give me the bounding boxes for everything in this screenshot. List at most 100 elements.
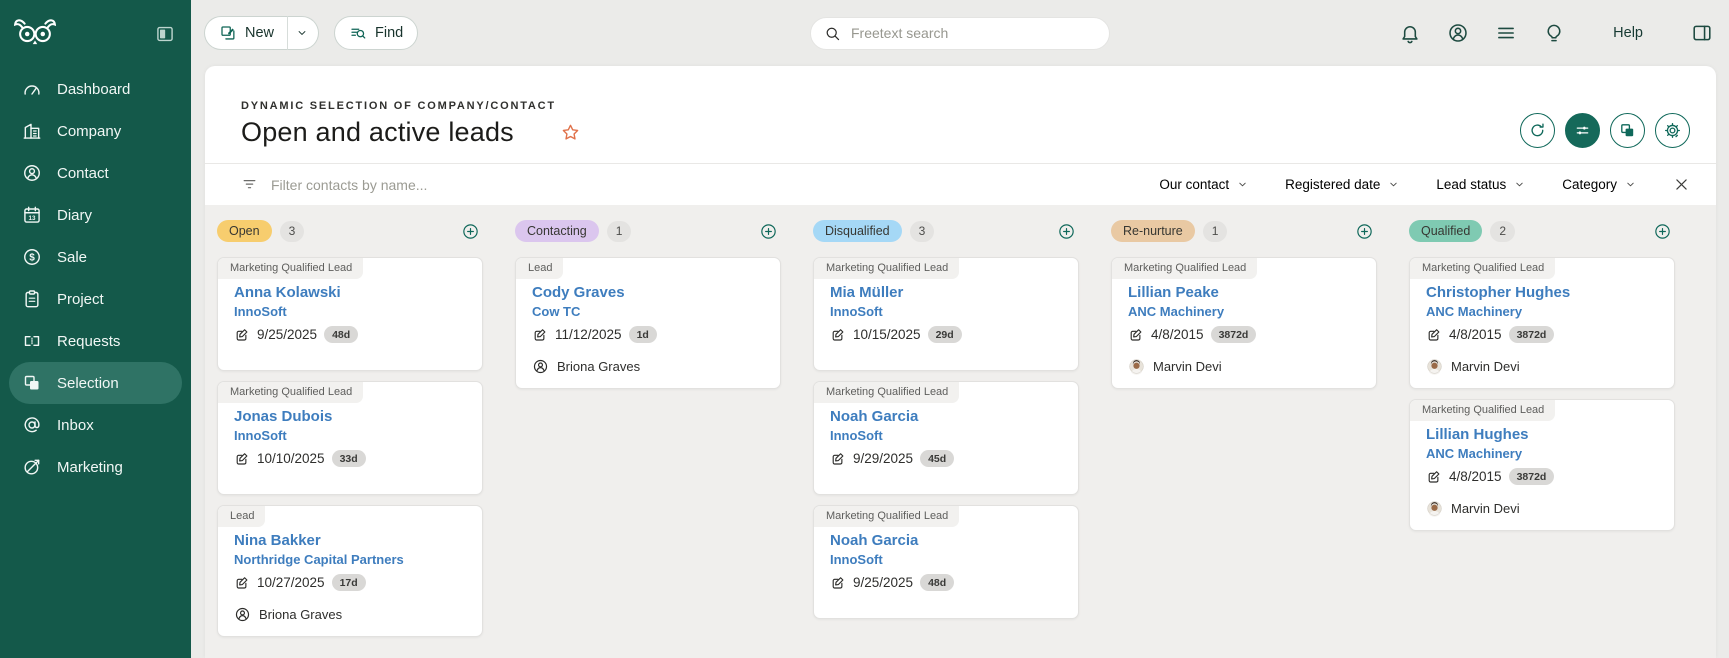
column-count: 2 xyxy=(1490,220,1516,242)
sidebar-item-sale[interactable]: $ Sale xyxy=(9,236,182,278)
company-link[interactable]: InnoSoft xyxy=(830,552,1064,567)
contact-name-link[interactable]: Anna Kolawski xyxy=(234,282,468,303)
new-dropdown-button[interactable] xyxy=(287,16,320,50)
contact-name-link[interactable]: Lillian Peake xyxy=(1128,282,1362,303)
filter-contacts-input[interactable] xyxy=(269,175,689,194)
selection-mode-button[interactable] xyxy=(1610,113,1645,148)
owner-avatar xyxy=(1426,500,1443,517)
owner-row: Briona Graves xyxy=(234,606,468,623)
refresh-button[interactable] xyxy=(1520,113,1555,148)
sidebar-item-company[interactable]: Company xyxy=(9,110,182,152)
company-link[interactable]: Northridge Capital Partners xyxy=(234,552,468,567)
edit-date-icon xyxy=(830,327,846,343)
sidebar-nav: Dashboard Company Contact 13 Diary $ Sale Proje… xyxy=(0,68,191,488)
column-cards: Marketing Qualified Lead Mia Müller Inno… xyxy=(813,257,1079,619)
project-icon xyxy=(22,289,42,309)
lead-card[interactable]: Marketing Qualified Lead Lillian Hughes … xyxy=(1409,399,1675,531)
display-settings-button[interactable] xyxy=(1565,113,1600,148)
sidebar-item-inbox[interactable]: Inbox xyxy=(9,404,182,446)
sidebar-item-contact[interactable]: Contact xyxy=(9,152,182,194)
menu-icon xyxy=(1495,22,1517,44)
notifications-button[interactable] xyxy=(1399,22,1421,44)
registered-date-row: 4/8/2015 3872d xyxy=(1128,326,1362,343)
lead-card[interactable]: Lead Cody Graves Cow TC 11/12/2025 1d Br… xyxy=(515,257,781,389)
sidebar-item-diary[interactable]: 13 Diary xyxy=(9,194,182,236)
kanban-column-contacting: Contacting 1 Lead Cody Graves Cow TC 11/… xyxy=(515,220,781,658)
help-link[interactable]: Help xyxy=(1607,24,1649,42)
add-card-button[interactable] xyxy=(759,222,778,241)
contact-name-link[interactable]: Noah Garcia xyxy=(830,530,1064,551)
contact-name-link[interactable]: Lillian Hughes xyxy=(1426,424,1660,445)
clear-filter-button[interactable] xyxy=(1673,176,1690,193)
tips-button[interactable] xyxy=(1543,22,1565,44)
filter-dropdown-our-contact[interactable]: Our contact xyxy=(1159,177,1249,192)
company-link[interactable]: ANC Machinery xyxy=(1426,446,1660,461)
company-link[interactable]: InnoSoft xyxy=(830,304,1064,319)
lead-card[interactable]: Marketing Qualified Lead Noah Garcia Inn… xyxy=(813,505,1079,619)
column-status-pill: Disqualified xyxy=(813,220,902,242)
contact-name-link[interactable]: Christopher Hughes xyxy=(1426,282,1660,303)
company-link[interactable]: ANC Machinery xyxy=(1128,304,1362,319)
contact-name-link[interactable]: Mia Müller xyxy=(830,282,1064,303)
lead-card[interactable]: Marketing Qualified Lead Mia Müller Inno… xyxy=(813,257,1079,371)
edit-date-icon xyxy=(1426,327,1442,343)
account-button[interactable] xyxy=(1447,22,1469,44)
selection-icon xyxy=(22,373,42,393)
menu-button[interactable] xyxy=(1495,22,1517,44)
lead-card[interactable]: Marketing Qualified Lead Anna Kolawski I… xyxy=(217,257,483,371)
edit-date-icon xyxy=(1128,327,1144,343)
contact-name-link[interactable]: Jonas Dubois xyxy=(234,406,468,427)
collapse-sidebar-button[interactable] xyxy=(153,22,177,46)
side-panel-toggle-button[interactable] xyxy=(1691,22,1713,44)
marketing-icon xyxy=(22,457,42,477)
sidebar-item-marketing[interactable]: Marketing xyxy=(9,446,182,488)
filter-dropdown-category[interactable]: Category xyxy=(1562,177,1637,192)
lead-card[interactable]: Marketing Qualified Lead Jonas Dubois In… xyxy=(217,381,483,495)
company-link[interactable]: InnoSoft xyxy=(830,428,1064,443)
age-badge: 3872d xyxy=(1508,468,1555,485)
sidebar-item-dashboard[interactable]: Dashboard xyxy=(9,68,182,110)
plus-circle-icon xyxy=(1057,222,1076,241)
lead-card-body: Noah Garcia InnoSoft 9/29/2025 45d xyxy=(814,403,1078,467)
filter-dropdown-lead-status[interactable]: Lead status xyxy=(1436,177,1526,192)
contact-name-link[interactable]: Nina Bakker xyxy=(234,530,468,551)
sidebar-item-selection[interactable]: Selection xyxy=(9,362,182,404)
column-header-contacting: Contacting 1 xyxy=(515,220,781,242)
company-link[interactable]: InnoSoft xyxy=(234,428,468,443)
filter-dropdown-registered-date[interactable]: Registered date xyxy=(1285,177,1400,192)
company-link[interactable]: Cow TC xyxy=(532,304,766,319)
lead-card[interactable]: Marketing Qualified Lead Lillian Peake A… xyxy=(1111,257,1377,389)
add-card-button[interactable] xyxy=(1057,222,1076,241)
bell-icon xyxy=(1399,22,1421,44)
registered-date: 9/29/2025 xyxy=(853,451,914,466)
sidebar-item-requests[interactable]: Requests xyxy=(9,320,182,362)
contact-icon xyxy=(22,163,42,183)
settings-button[interactable] xyxy=(1655,113,1690,148)
search-input[interactable] xyxy=(849,24,1096,42)
add-card-button[interactable] xyxy=(461,222,480,241)
registered-date: 9/25/2025 xyxy=(853,575,914,590)
kanban-column-disqualified: Disqualified 3 Marketing Qualified Lead … xyxy=(813,220,1079,658)
lead-card[interactable]: Marketing Qualified Lead Christopher Hug… xyxy=(1409,257,1675,389)
find-button[interactable]: Find xyxy=(334,16,419,50)
add-card-button[interactable] xyxy=(1653,222,1672,241)
contact-name-link[interactable]: Noah Garcia xyxy=(830,406,1064,427)
sidebar-item-label: Marketing xyxy=(57,458,123,476)
company-link[interactable]: ANC Machinery xyxy=(1426,304,1660,319)
new-button-group: New xyxy=(204,16,320,50)
sidebar-item-project[interactable]: Project xyxy=(9,278,182,320)
page-header: DYNAMIC SELECTION OF COMPANY/CONTACT Ope… xyxy=(205,66,1716,163)
lead-card[interactable]: Lead Nina Bakker Northridge Capital Part… xyxy=(217,505,483,637)
add-card-button[interactable] xyxy=(1355,222,1374,241)
age-badge: 17d xyxy=(331,574,366,591)
column-header-qualified: Qualified 2 xyxy=(1409,220,1675,242)
age-badge: 29d xyxy=(927,326,962,343)
favorite-star-icon[interactable] xyxy=(560,122,581,143)
company-link[interactable]: InnoSoft xyxy=(234,304,468,319)
registered-date-row: 10/10/2025 33d xyxy=(234,450,468,467)
contact-name-link[interactable]: Cody Graves xyxy=(532,282,766,303)
new-button[interactable]: New xyxy=(204,16,288,50)
person-icon xyxy=(234,606,251,623)
filter-dropdown-label: Lead status xyxy=(1436,177,1507,192)
lead-card[interactable]: Marketing Qualified Lead Noah Garcia Inn… xyxy=(813,381,1079,495)
